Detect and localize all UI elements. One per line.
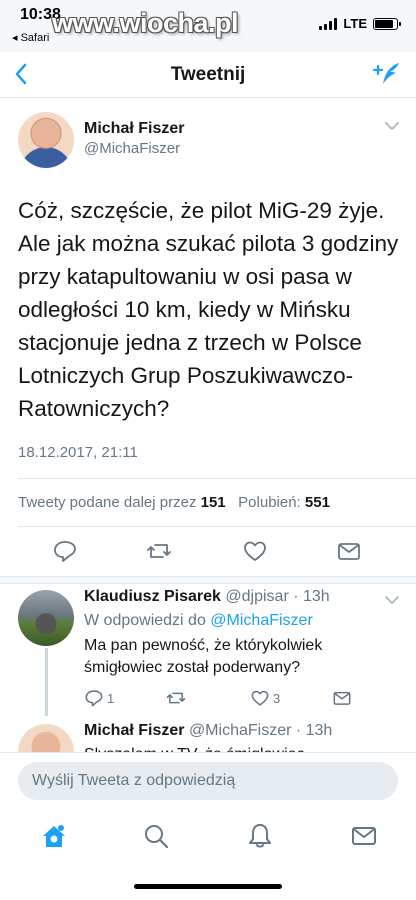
notifications-icon[interactable] xyxy=(246,822,274,850)
author-handle[interactable]: @MichaFiszer xyxy=(84,140,180,157)
avatar[interactable] xyxy=(18,590,74,646)
reply-input[interactable]: Wyślij Tweeta z odpowiedzią xyxy=(18,762,398,800)
reply-actions: 1 3 xyxy=(84,688,374,708)
like-button[interactable]: 3 xyxy=(250,688,280,708)
reply-author-name: Michał Fiszer xyxy=(84,722,185,739)
watermark: www.wiocha.pl xyxy=(52,8,239,38)
page-title: Tweetnij xyxy=(170,64,246,85)
retweet-icon xyxy=(166,692,186,704)
reply-icon xyxy=(85,690,103,707)
reply-to-label: W odpowiedzi do xyxy=(84,612,206,629)
like-count: 3 xyxy=(273,690,281,706)
messages-icon[interactable] xyxy=(350,822,378,850)
direct-message-button[interactable] xyxy=(332,688,352,708)
reply-author[interactable]: Klaudiusz Pisarek @djpisar · 13h xyxy=(84,588,330,606)
tweet-stats: Tweety podane dalej przez 151 Polubień: … xyxy=(18,494,330,511)
reply-bar: Wyślij Tweeta z odpowiedzią xyxy=(0,752,416,810)
avatar[interactable] xyxy=(18,112,74,168)
back-to-app-link[interactable]: ◂ Safari xyxy=(12,31,49,44)
reply-author-handle: @djpisar · 13h xyxy=(225,588,330,605)
home-indicator[interactable] xyxy=(134,884,282,889)
reply-author-handle: @MichaFiszer · 13h xyxy=(188,722,333,739)
tweet-text: Cóż, szczęście, że pilot MiG-29 żyje. Al… xyxy=(18,198,399,421)
compose-tweet-icon[interactable] xyxy=(372,60,402,88)
home-icon[interactable] xyxy=(40,822,68,850)
search-icon[interactable] xyxy=(142,822,170,850)
divider xyxy=(18,526,416,527)
thread-line xyxy=(45,648,48,716)
tweet-timestamp: 18.12.2017, 21:11 xyxy=(18,444,138,461)
battery-icon xyxy=(373,17,401,30)
section-separator xyxy=(0,576,416,584)
likes-count[interactable]: 551 xyxy=(305,494,330,511)
status-bar: 10:38 ◂ Safari www.wiocha.pl LTE xyxy=(0,0,416,52)
status-indicators: LTE xyxy=(319,16,401,31)
retweets-count[interactable]: 151 xyxy=(201,494,226,511)
reply-count: 1 xyxy=(107,690,115,706)
chevron-down-icon[interactable] xyxy=(384,594,400,606)
like-icon xyxy=(251,690,269,706)
reply-button[interactable]: 1 xyxy=(84,688,114,708)
divider xyxy=(18,478,416,479)
direct-message-icon[interactable] xyxy=(336,538,362,564)
retweet-icon[interactable] xyxy=(146,538,172,564)
author-name[interactable]: Michał Fiszer xyxy=(84,120,184,138)
signal-icon xyxy=(319,17,338,30)
retweet-button[interactable] xyxy=(166,688,186,708)
reply-to-handle-link[interactable]: @MichaFiszer xyxy=(210,612,312,629)
direct-message-icon xyxy=(333,691,351,705)
reply-author-name: Klaudiusz Pisarek xyxy=(84,588,221,605)
reply-author[interactable]: Michał Fiszer @MichaFiszer · 13h xyxy=(84,722,332,740)
tweet-actions xyxy=(0,538,416,568)
reply-icon[interactable] xyxy=(52,538,78,564)
nav-header: Tweetnij xyxy=(0,52,416,98)
network-label: LTE xyxy=(343,16,367,31)
battery-level xyxy=(375,19,393,28)
likes-label: Polubień: xyxy=(238,494,301,511)
like-icon[interactable] xyxy=(242,538,268,564)
reply-text: Ma pan pewność, że którykolwiek śmigłowi… xyxy=(84,637,323,676)
reply-to-line: W odpowiedzi do @MichaFiszer xyxy=(84,612,313,630)
chevron-down-icon[interactable] xyxy=(384,120,400,132)
retweets-label: Tweety podane dalej przez xyxy=(18,494,197,511)
